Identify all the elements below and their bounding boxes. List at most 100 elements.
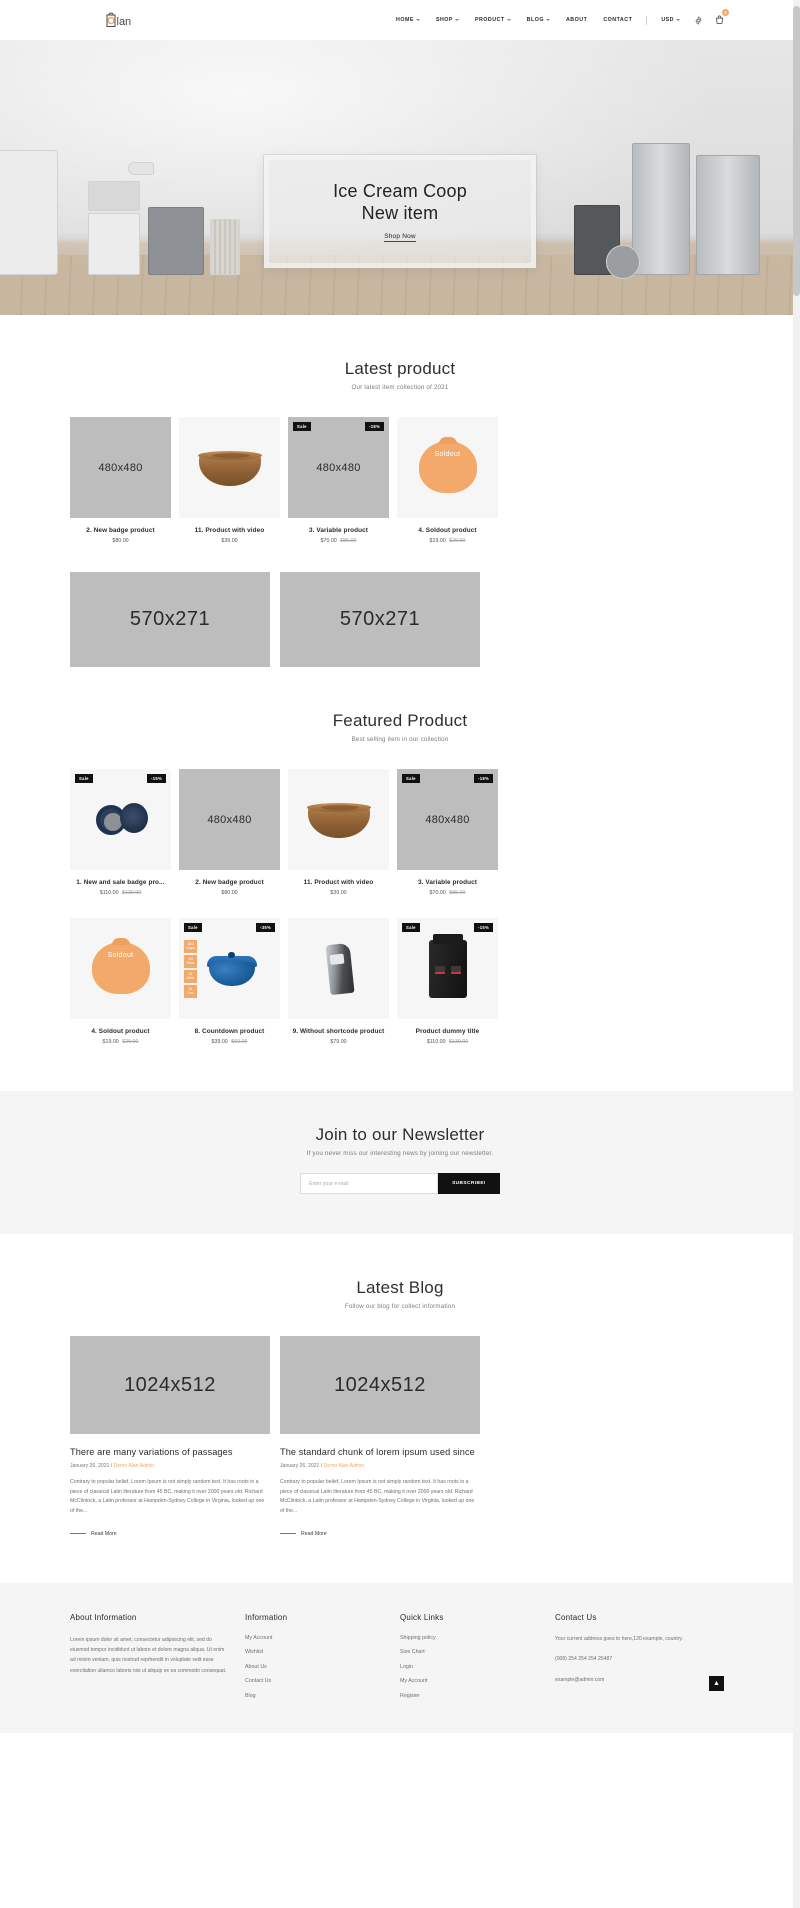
scrollbar-thumb[interactable] <box>793 6 800 296</box>
footer-link[interactable]: Contact Us <box>245 1678 382 1684</box>
product-image-bowl <box>300 781 378 859</box>
product-thumbnail[interactable]: Sale -15% <box>397 918 498 1019</box>
soldout-overlay-label: Soldout <box>434 450 461 458</box>
footer-phone[interactable]: (008) 254 254 254 25487 <box>555 1655 702 1665</box>
footer-link[interactable]: Wishlist <box>245 1649 382 1655</box>
settings-button[interactable] <box>688 15 709 25</box>
price-current: $79.00 <box>330 1039 347 1045</box>
product-thumbnail[interactable] <box>179 417 280 518</box>
hero-title-line2: New item <box>361 203 439 223</box>
footer-link[interactable]: Shipping policy <box>400 1635 537 1641</box>
hero-banner: Ice Cream Coop New item Shop Now <box>0 40 800 315</box>
appliance-microwave <box>88 181 140 211</box>
product-thumbnail[interactable] <box>288 918 389 1019</box>
blog-post-title[interactable]: The standard chunk of lorem ipsum used s… <box>280 1447 480 1457</box>
product-thumbnail[interactable]: Soldout <box>397 417 498 518</box>
blog-read-more-link[interactable]: Read More <box>280 1531 480 1537</box>
product-price: $39.00 $60.00 <box>179 1039 280 1045</box>
product-title[interactable]: 11. Product with video <box>179 527 280 534</box>
chevron-down-icon <box>676 19 680 21</box>
nav-item-product[interactable]: PRODUCT <box>467 17 519 23</box>
promo-banner[interactable]: 570x271 <box>70 572 270 667</box>
product-thumbnail[interactable]: Sale -35% 183 Days 19 Hour 11 Mint 31 Se… <box>179 918 280 1019</box>
featured-section-subtitle: Best selling item in our collection <box>351 736 449 743</box>
nav-item-contact[interactable]: CONTACT <box>595 17 640 23</box>
product-card: 11. Product with video $39.00 <box>288 769 389 896</box>
footer-link[interactable]: About Us <box>245 1664 382 1670</box>
product-card: Sale -35% 183 Days 19 Hour 11 Mint 31 Se… <box>179 918 280 1045</box>
product-thumbnail[interactable]: Soldout <box>70 918 171 1019</box>
countdown-unit: Mint <box>186 975 195 981</box>
product-thumbnail[interactable]: Sale -18% 480x480 <box>288 417 389 518</box>
product-card: Sale -15% 1. New and sale badge pro... $… <box>70 769 171 896</box>
footer-link[interactable]: My Account <box>245 1635 382 1641</box>
blog-post-image[interactable]: 1024x512 <box>70 1336 270 1434</box>
product-thumbnail[interactable] <box>288 769 389 870</box>
nav-item-blog[interactable]: BLOG <box>519 17 558 23</box>
product-title[interactable]: 11. Product with video <box>288 879 389 886</box>
cart-button[interactable]: 2 <box>709 9 730 25</box>
site-logo[interactable]: lan <box>100 10 220 30</box>
product-title[interactable]: 3. Variable product <box>397 879 498 886</box>
nav-item-shop[interactable]: SHOP <box>428 17 467 23</box>
product-image-bowl <box>191 429 269 507</box>
main-navigation: HOME SHOP PRODUCT BLOG ABOUT CONTACT USD… <box>388 9 730 25</box>
product-thumbnail[interactable]: 480x480 <box>179 769 280 870</box>
currency-selector[interactable]: USD <box>653 17 688 23</box>
newsletter-subscribe-button[interactable]: SUBSCRIBE! <box>438 1173 500 1194</box>
product-title[interactable]: 2. New badge product <box>70 527 171 534</box>
footer-link[interactable]: Register <box>400 1693 537 1699</box>
blog-read-more-link[interactable]: Read More <box>70 1531 270 1537</box>
product-price: $110.00 $130.00 <box>397 1039 498 1045</box>
blog-post-author[interactable]: Demo Alan Admin <box>114 1463 155 1469</box>
newsletter-email-input[interactable] <box>300 1173 438 1194</box>
nav-item-home[interactable]: HOME <box>388 17 428 23</box>
latest-section-title: Latest product <box>344 359 456 378</box>
footer-column-quick-links: Quick Links Shipping policy Size Chart L… <box>400 1613 555 1708</box>
featured-product-section: Featured Product Best selling item in ou… <box>70 667 730 1045</box>
nav-item-about[interactable]: ABOUT <box>558 17 595 23</box>
blog-post-title[interactable]: There are many variations of passages <box>70 1447 270 1457</box>
placeholder-label: 480x480 <box>207 813 252 826</box>
product-thumbnail[interactable]: Sale -18% 480x480 <box>397 769 498 870</box>
product-title[interactable]: 2. New badge product <box>179 879 280 886</box>
product-card: 480x480 2. New badge product $80.00 <box>70 417 171 544</box>
footer-about-text: Lorem ipsum dolor sit amet, consectetur … <box>70 1636 227 1674</box>
footer-link[interactable]: My Account <box>400 1678 537 1684</box>
blog-post-meta: January 26, 2021 / Demo Alan Admin <box>70 1463 270 1469</box>
nav-label: SHOP <box>435 17 453 23</box>
footer-link[interactable]: Blog <box>245 1693 382 1699</box>
price-old: $130.00 <box>449 1039 469 1045</box>
price-current: $80.00 <box>112 538 129 544</box>
product-card: 9. Without shortcode product $79.00 <box>288 918 389 1045</box>
product-title[interactable]: 9. Without shortcode product <box>288 1028 389 1035</box>
page-scrollbar[interactable] <box>793 0 800 1908</box>
footer-email[interactable]: example@admin.com <box>555 1676 702 1686</box>
footer-heading: Quick Links <box>400 1612 444 1622</box>
back-to-top-button[interactable]: ▲ <box>709 1676 724 1691</box>
product-title[interactable]: 3. Variable product <box>288 527 389 534</box>
price-current: $39.00 <box>211 1039 228 1045</box>
read-more-label: Read More <box>91 1530 117 1537</box>
product-title[interactable]: 4. Soldout product <box>70 1028 171 1035</box>
appliance-oven <box>148 207 204 275</box>
shop-now-link[interactable]: Shop Now <box>384 233 416 242</box>
footer-link[interactable]: Size Chart <box>400 1649 537 1655</box>
product-title[interactable]: 4. Soldout product <box>397 527 498 534</box>
product-title[interactable]: 1. New and sale badge pro... <box>70 879 171 886</box>
footer-link[interactable]: Login <box>400 1664 537 1670</box>
hero-content-frame: Ice Cream Coop New item Shop Now <box>264 155 536 268</box>
blog-section-subtitle: Follow our blog for collect information <box>344 1303 456 1310</box>
product-title[interactable]: Product dummy title <box>397 1028 498 1035</box>
promo-banner[interactable]: 570x271 <box>280 572 480 667</box>
product-thumbnail[interactable]: 480x480 <box>70 417 171 518</box>
blog-post-image[interactable]: 1024x512 <box>280 1336 480 1434</box>
product-card: Soldout 4. Soldout product $19.00 $29.00 <box>70 918 171 1045</box>
product-thumbnail[interactable]: Sale -15% <box>70 769 171 870</box>
newsletter-subtitle: If you never miss our interesting news b… <box>306 1150 494 1157</box>
footer-address: Your current address goes to here,120 ex… <box>555 1635 683 1642</box>
product-title[interactable]: 8. Countdown product <box>179 1028 280 1035</box>
blog-post-author[interactable]: Demo Alan Admin <box>324 1463 365 1469</box>
banner-label: 570x271 <box>129 608 211 630</box>
page-root: lan HOME SHOP PRODUCT BLOG ABOUT CONTACT… <box>0 0 800 1908</box>
